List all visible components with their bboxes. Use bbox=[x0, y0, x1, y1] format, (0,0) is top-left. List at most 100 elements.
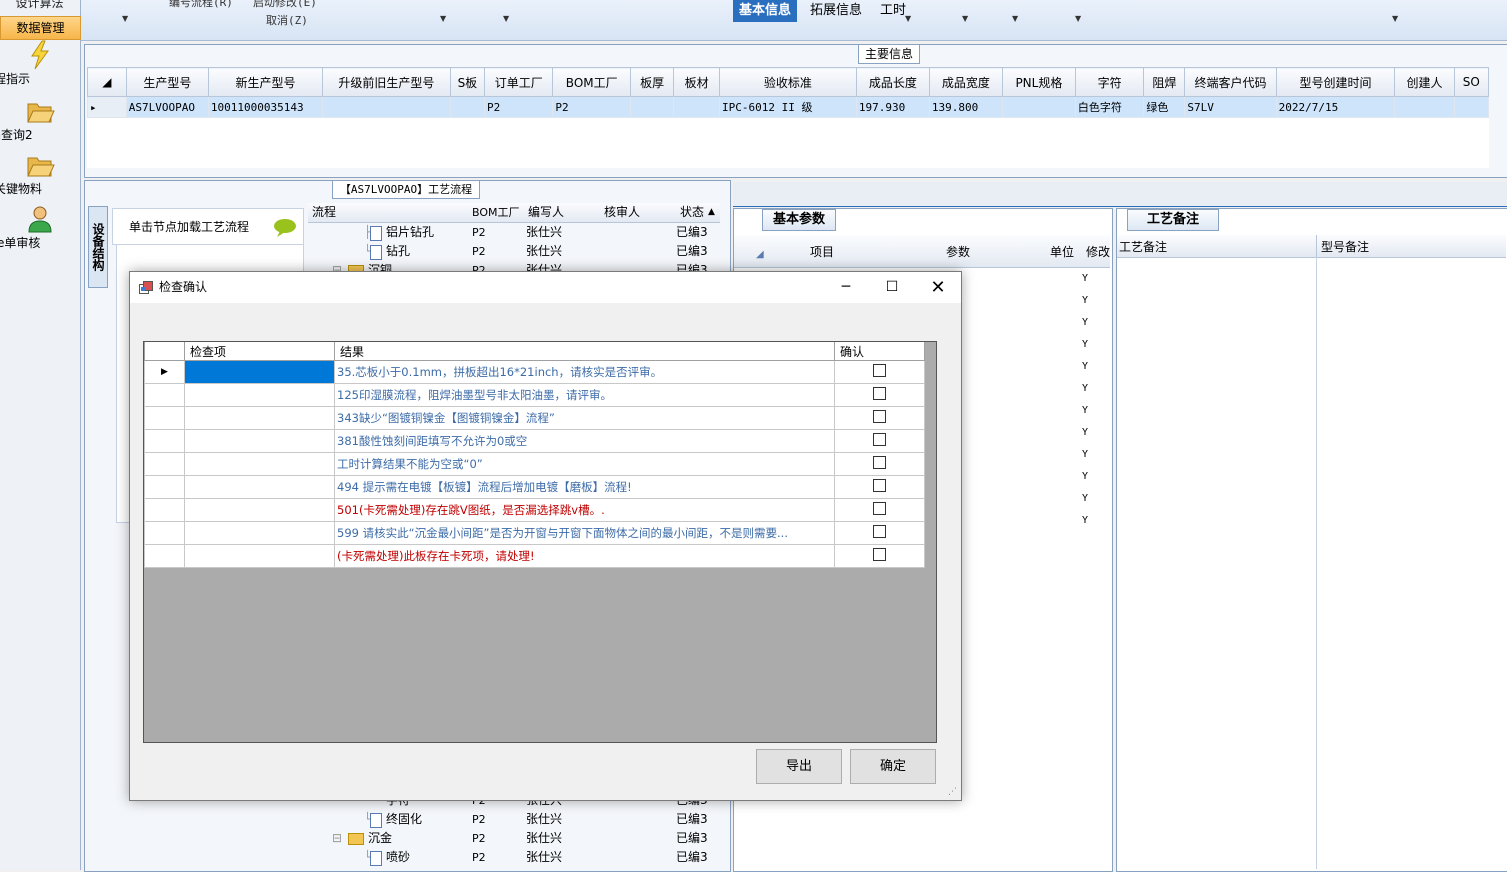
dialog-titlebar[interactable]: 检查确认 ─ ☐ ✕ bbox=[130, 272, 961, 303]
row-selector[interactable] bbox=[144, 544, 185, 568]
check-item-cell[interactable] bbox=[184, 544, 335, 568]
confirm-checkbox[interactable] bbox=[873, 525, 886, 538]
toolbar-start-modify[interactable]: 启动修改(E) bbox=[253, 0, 317, 10]
scroll-up-icon[interactable]: ▲ bbox=[708, 203, 715, 222]
modify-cell[interactable]: Y bbox=[1082, 290, 1108, 312]
tab-basic-info[interactable]: 基本信息 bbox=[733, 0, 798, 22]
table-row[interactable]: 381酸性蚀刻间距填写不允许为0或空 bbox=[144, 429, 925, 453]
column-header[interactable]: S板 bbox=[449, 67, 485, 97]
table-row[interactable]: 494 提示需在电镀【板镀】流程后增加电镀【磨板】流程! bbox=[144, 475, 925, 499]
modify-cell[interactable]: Y bbox=[1082, 444, 1108, 466]
table-cell[interactable] bbox=[629, 96, 675, 118]
dropdown-arrow-icon[interactable]: ▼ bbox=[122, 14, 128, 23]
table-cell[interactable]: 10011000035143 bbox=[207, 96, 324, 118]
nav-item-key-material[interactable]: 审关键物料 bbox=[0, 150, 80, 204]
close-icon[interactable]: ✕ bbox=[915, 272, 961, 303]
column-header[interactable]: 核审人 bbox=[604, 203, 640, 222]
table-row[interactable]: 599 请核实此“沉金最小间距”是否为开窗与开窗下面物体之间的最小间距，不是则需… bbox=[144, 521, 925, 545]
result-cell[interactable]: 599 请核实此“沉金最小间距”是否为开窗与开窗下面物体之间的最小间距，不是则需… bbox=[334, 521, 835, 545]
confirm-cell[interactable] bbox=[834, 475, 925, 499]
table-row[interactable]: 工时计算结果不能为空或“0” bbox=[144, 452, 925, 476]
table-cell[interactable]: P2 bbox=[552, 96, 631, 118]
confirm-checkbox[interactable] bbox=[873, 502, 886, 515]
table-cell[interactable]: 绿色 bbox=[1143, 96, 1186, 118]
column-header[interactable]: 终端客户代码 bbox=[1184, 67, 1277, 97]
table-cell[interactable]: S7LV bbox=[1184, 96, 1277, 118]
row-selector[interactable] bbox=[144, 383, 185, 407]
column-header[interactable]: 参数 bbox=[946, 243, 970, 260]
column-header[interactable]: 字符 bbox=[1074, 67, 1145, 97]
column-header[interactable]: 结果 bbox=[334, 342, 835, 361]
confirm-checkbox[interactable] bbox=[873, 387, 886, 400]
confirm-checkbox[interactable] bbox=[873, 548, 886, 561]
modify-cell[interactable]: Y bbox=[1082, 334, 1108, 356]
check-item-cell[interactable] bbox=[184, 406, 335, 430]
result-cell[interactable]: 381酸性蚀刻间距填写不允许为0或空 bbox=[334, 429, 835, 453]
table-cell[interactable]: 197.930 bbox=[855, 96, 930, 118]
subtab-basic-params[interactable]: 基本参数 bbox=[762, 209, 836, 231]
nav-item-scope-review[interactable]: ope单审核 bbox=[0, 204, 80, 258]
column-header[interactable]: 升级前旧生产型号 bbox=[322, 67, 451, 97]
table-cell[interactable] bbox=[673, 96, 720, 118]
process-flow-tab[interactable]: 【AS7LVOOPAO】工艺流程 bbox=[332, 180, 480, 199]
column-header[interactable]: 确认 bbox=[834, 342, 925, 361]
dropdown-arrow-icon[interactable]: ▼ bbox=[962, 14, 968, 23]
table-cell[interactable] bbox=[1453, 96, 1490, 118]
table-cell[interactable] bbox=[449, 96, 485, 118]
column-header[interactable]: 创建人 bbox=[1394, 67, 1455, 97]
flow-row[interactable]: └ 喷砂 P2 张仕兴 已编3 bbox=[308, 848, 720, 867]
confirm-cell[interactable] bbox=[834, 452, 925, 476]
table-row[interactable]: 343缺少“图镀铜镍金【图镀铜镍金】流程” bbox=[144, 406, 925, 430]
nav-item-bom-query[interactable]: om查询2 bbox=[0, 96, 80, 150]
column-header[interactable]: 检查项 bbox=[184, 342, 335, 361]
confirm-checkbox[interactable] bbox=[873, 479, 886, 492]
column-header[interactable]: 生产型号 bbox=[125, 67, 209, 97]
tab-extended-info[interactable]: 拓展信息 bbox=[804, 0, 868, 22]
table-row[interactable]: (卡死需处理)此板存在卡死项，请处理! bbox=[144, 544, 925, 568]
corner-header[interactable]: ◢ bbox=[87, 67, 127, 97]
column-header[interactable]: 单位 bbox=[1050, 243, 1074, 260]
confirm-cell[interactable] bbox=[834, 360, 925, 384]
column-header[interactable]: BOM工厂 bbox=[472, 203, 520, 222]
row-selector[interactable]: ▶ bbox=[144, 360, 185, 384]
modify-cell[interactable]: Y bbox=[1082, 488, 1108, 510]
result-cell[interactable]: 35.芯板小于0.1mm，拼板超出16*21inch，请核实是否评审。 bbox=[334, 360, 835, 384]
confirm-cell[interactable] bbox=[834, 383, 925, 407]
column-header[interactable]: 新生产型号 bbox=[207, 67, 324, 97]
row-selector[interactable]: ▸ bbox=[87, 96, 127, 118]
column-header[interactable]: 订单工厂 bbox=[483, 67, 554, 97]
column-header[interactable]: 成品宽度 bbox=[928, 67, 1003, 97]
check-item-cell[interactable] bbox=[184, 360, 335, 384]
table-cell[interactable]: 2022/7/15 bbox=[1275, 96, 1396, 118]
toolbar-number-flow[interactable]: 编号流程(R) bbox=[169, 0, 233, 10]
check-item-cell[interactable] bbox=[184, 498, 335, 522]
toolbar-cancel[interactable]: 取消(Z) bbox=[266, 12, 308, 28]
table-row[interactable]: 501(卡死需处理)存在跳V图纸，是否漏选择跳v槽。. bbox=[144, 498, 925, 522]
result-cell[interactable]: (卡死需处理)此板存在卡死项，请处理! bbox=[334, 544, 835, 568]
table-row[interactable]: ▶ 35.芯板小于0.1mm，拼板超出16*21inch，请核实是否评审。 bbox=[144, 360, 925, 384]
column-header[interactable]: PNL规格 bbox=[1001, 67, 1076, 97]
nav-data-management[interactable]: 数据管理 bbox=[0, 16, 81, 40]
result-cell[interactable]: 125印湿膜流程，阻焊油墨型号非太阳油墨，请评审。 bbox=[334, 383, 835, 407]
column-header[interactable]: 板厚 bbox=[629, 67, 675, 97]
row-header-corner[interactable] bbox=[144, 342, 185, 361]
row-selector[interactable] bbox=[144, 498, 185, 522]
dropdown-arrow-icon[interactable]: ▼ bbox=[1392, 14, 1398, 23]
result-cell[interactable]: 工时计算结果不能为空或“0” bbox=[334, 452, 835, 476]
column-header[interactable]: 项目 bbox=[810, 243, 834, 260]
nav-item-flow-indication[interactable]: 流程指示 bbox=[0, 40, 80, 94]
table-cell[interactable] bbox=[1394, 96, 1455, 118]
nav-design-algorithm[interactable]: 设计算法 bbox=[0, 0, 79, 12]
table-cell[interactable]: 白色字符 bbox=[1074, 96, 1145, 118]
column-header[interactable]: 修改 bbox=[1086, 243, 1110, 260]
column-header[interactable]: 成品长度 bbox=[855, 67, 930, 97]
column-header[interactable]: 阻焊 bbox=[1143, 67, 1186, 97]
minimize-icon[interactable]: ─ bbox=[823, 272, 869, 303]
modify-cell[interactable]: Y bbox=[1082, 510, 1108, 532]
table-cell[interactable]: IPC-6012 II 级 bbox=[718, 96, 857, 118]
modify-cell[interactable]: Y bbox=[1082, 400, 1108, 422]
column-header[interactable]: 编写人 bbox=[528, 203, 564, 222]
flow-row[interactable]: ├ 铝片钻孔 P2 张仕兴 已编3 bbox=[308, 223, 720, 242]
flow-row[interactable]: └ 钻孔 P2 张仕兴 已编3 bbox=[308, 242, 720, 261]
table-row[interactable]: ▸ AS7LVOOPAO 10011000035143 P2 P2 IPC-60… bbox=[87, 96, 1490, 118]
